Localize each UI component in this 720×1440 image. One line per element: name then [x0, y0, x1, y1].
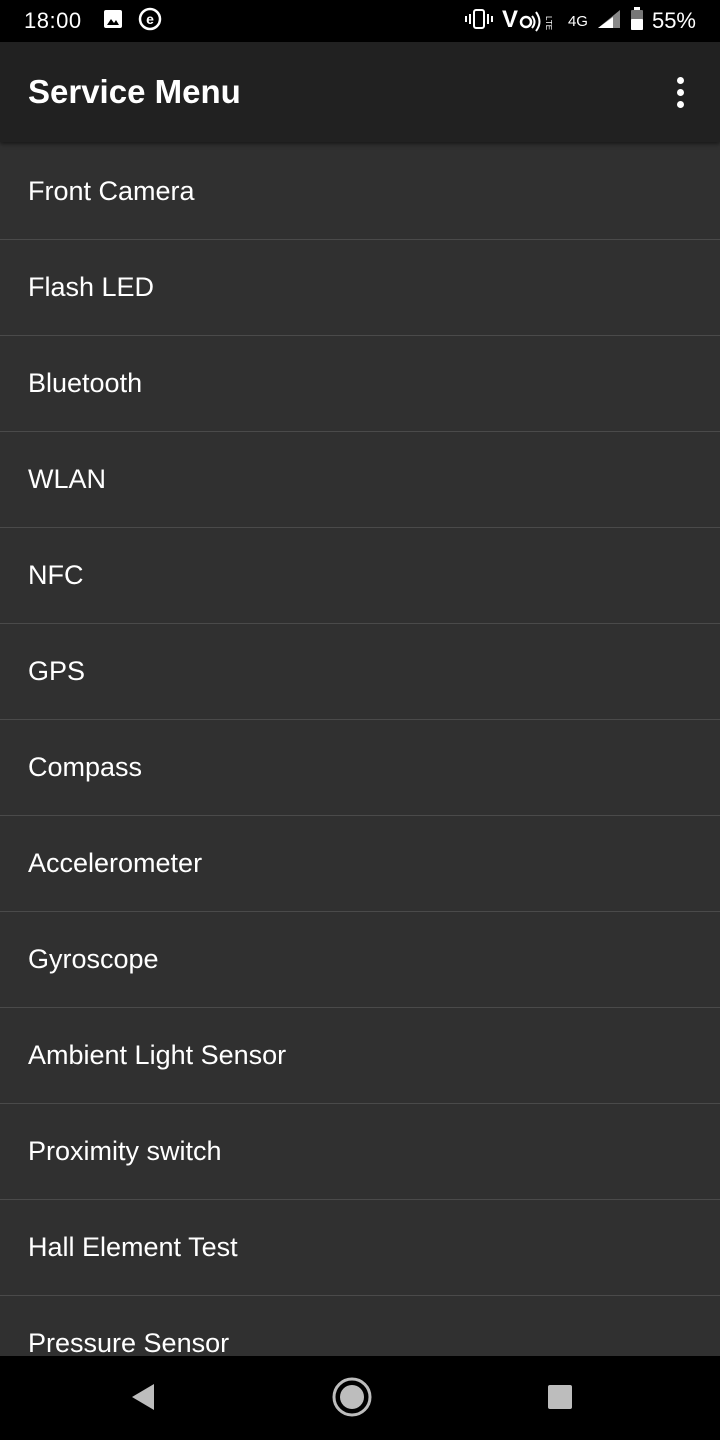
list-item-label: GPS — [28, 656, 86, 686]
list-item-front-camera[interactable]: Front Camera — [0, 144, 720, 240]
list-item-bluetooth[interactable]: Bluetooth — [0, 336, 720, 432]
app-bar: Service Menu — [0, 42, 720, 142]
list-item-ambient-light-sensor[interactable]: Ambient Light Sensor — [0, 1008, 720, 1104]
list-item-wlan[interactable]: WLAN — [0, 432, 720, 528]
list-item-label: Proximity switch — [28, 1136, 222, 1166]
signal-icon — [596, 8, 622, 35]
e-icon: e — [138, 7, 162, 36]
home-button[interactable] — [327, 1374, 377, 1424]
status-time: 18:00 — [24, 8, 82, 33]
list-item-label: Bluetooth — [28, 368, 143, 398]
image-icon — [102, 8, 124, 35]
list-item-flash-led[interactable]: Flash LED — [0, 240, 720, 336]
list-item-gps[interactable]: GPS — [0, 624, 720, 720]
more-options-button[interactable] — [662, 74, 698, 110]
list-item-label: Front Camera — [28, 176, 195, 206]
list-item-label: Flash LED — [28, 272, 155, 302]
service-menu-list: Front Camera Flash LED Bluetooth WLAN NF… — [0, 144, 720, 1356]
svg-text:e: e — [146, 11, 154, 27]
navigation-bar — [0, 1356, 720, 1440]
list-item-label: NFC — [28, 560, 84, 590]
network-type: 4G — [567, 12, 588, 30]
list-item-label: Gyroscope — [28, 944, 159, 974]
list-item-label: Pressure Sensor — [28, 1328, 230, 1356]
svg-text:V: V — [502, 6, 518, 32]
battery-percentage: 55% — [651, 8, 696, 33]
battery-icon — [630, 6, 644, 36]
list-item-label: WLAN — [28, 464, 107, 494]
list-item-pressure-sensor[interactable]: Pressure Sensor — [0, 1296, 720, 1356]
vibrate-icon — [464, 8, 494, 35]
list-item-label: Ambient Light Sensor — [28, 1040, 287, 1070]
list-item-accelerometer[interactable]: Accelerometer — [0, 816, 720, 912]
list-item-label: Hall Element Test — [28, 1232, 238, 1262]
list-item-compass[interactable]: Compass — [0, 720, 720, 816]
back-icon — [128, 1382, 158, 1417]
volte-icon: V LTE — [502, 6, 560, 37]
more-vert-icon — [676, 76, 684, 84]
list-item-nfc[interactable]: NFC — [0, 528, 720, 624]
list-item-hall-element-test[interactable]: Hall Element Test — [0, 1200, 720, 1296]
more-vert-icon-dot — [676, 100, 684, 108]
list-item-label: Compass — [28, 752, 143, 782]
page-title: Service Menu — [28, 73, 241, 110]
list-item-label: Accelerometer — [28, 848, 203, 878]
list-item-proximity-switch[interactable]: Proximity switch — [0, 1104, 720, 1200]
recents-button[interactable] — [535, 1374, 585, 1424]
svg-text:LTE: LTE — [544, 16, 553, 30]
more-vert-icon-dot — [676, 88, 684, 96]
status-system-icons: V LTE 4G 55% — [464, 6, 696, 37]
home-icon — [331, 1376, 373, 1423]
back-button[interactable] — [118, 1374, 168, 1424]
list-item-gyroscope[interactable]: Gyroscope — [0, 912, 720, 1008]
status-notification-icons: e — [102, 7, 162, 36]
status-bar: 18:00 e V LTE 4G 55% — [0, 0, 720, 42]
recents-icon — [546, 1383, 574, 1416]
